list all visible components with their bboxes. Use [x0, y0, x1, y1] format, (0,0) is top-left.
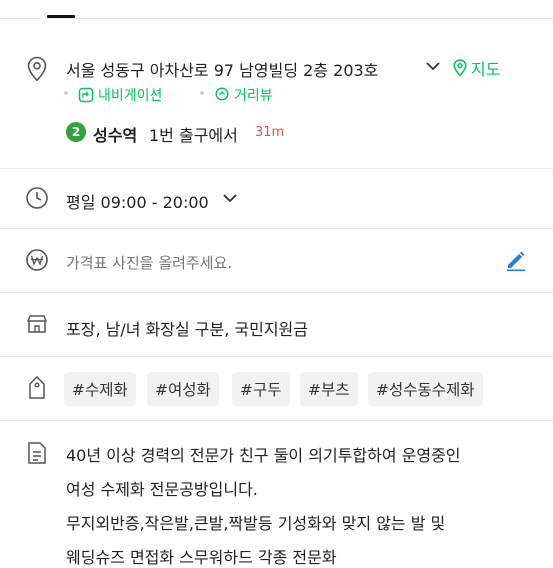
description-section: 40년 이상 경력의 전문가 친구 둘이 의기투합하여 운영중인 여성 수제화 …: [0, 420, 553, 567]
tags-section: #수제화 #여성화 #구두 #부츠 #성수동수제화: [0, 356, 553, 420]
facilities-text: 포장, 남/녀 화장실 구분, 국민지원금: [66, 320, 308, 339]
tag-chip[interactable]: #구두: [232, 372, 290, 406]
tag-chip[interactable]: #여성화: [147, 372, 219, 406]
tag-chip[interactable]: #수제화: [64, 372, 136, 406]
clock-icon: [22, 183, 52, 213]
street-view-link[interactable]: 거리뷰: [214, 85, 273, 105]
facilities-section: 포장, 남/녀 화장실 구분, 국민지원금: [0, 292, 553, 356]
won-icon: [22, 245, 52, 275]
station-name: 성수역: [93, 126, 138, 145]
chevron-down-icon[interactable]: [423, 55, 443, 77]
description-line: 40년 이상 경력의 전문가 친구 둘이 의기투합하여 운영중인: [66, 446, 461, 465]
location-pin-icon: [22, 54, 52, 84]
description-line: 웨딩슈즈 면접화 스무워하드 각종 전문화: [66, 548, 337, 567]
map-label: 지도: [471, 60, 501, 79]
edit-pencil-icon[interactable]: [504, 248, 528, 272]
hours-section[interactable]: 평일 09:00 - 20:00: [0, 168, 553, 228]
bullet-dot: [200, 91, 204, 95]
store-icon: [22, 309, 52, 339]
navigation-link[interactable]: 내비게이션: [78, 85, 162, 105]
tag-chip[interactable]: #성수동수제화: [368, 372, 483, 406]
exit-text: 1번 출구에서: [149, 126, 238, 145]
distance: 31m: [255, 125, 285, 140]
description-line: 여성 수제화 전문공방입니다.: [66, 480, 258, 499]
chevron-down-icon[interactable]: [220, 187, 240, 209]
street-view-label: 거리뷰: [234, 88, 273, 104]
document-icon: [22, 438, 52, 468]
address-text: 서울 성동구 아차산로 97 남영빌딩 2층 203호: [66, 61, 379, 80]
price-placeholder: 가격표 사진을 올려주세요.: [66, 254, 233, 272]
street-view-icon: [215, 87, 229, 101]
hours-text: 평일 09:00 - 20:00: [66, 193, 209, 212]
navigation-label: 내비게이션: [98, 88, 163, 104]
tag-list: #수제화 #여성화 #구두 #부츠 #성수동수제화: [64, 372, 544, 406]
map-pin-icon: [453, 59, 467, 77]
tag-chip[interactable]: #부츠: [300, 372, 358, 406]
price-tag-icon: [22, 373, 52, 403]
bullet-dot: [64, 91, 68, 95]
subway-line-badge: 2: [66, 122, 86, 142]
navigation-icon: [78, 87, 94, 103]
description-line: 무지외반증,작은발,큰발,짝발등 기성화와 맞지 않는 발 및: [66, 514, 446, 533]
top-divider: [0, 18, 553, 19]
address-section: 서울 성동구 아차산로 97 남영빌딩 2층 203호 지도 내비게이션 거리뷰…: [0, 50, 553, 170]
price-section: 가격표 사진을 올려주세요.: [0, 228, 553, 292]
map-link[interactable]: 지도: [453, 56, 500, 80]
